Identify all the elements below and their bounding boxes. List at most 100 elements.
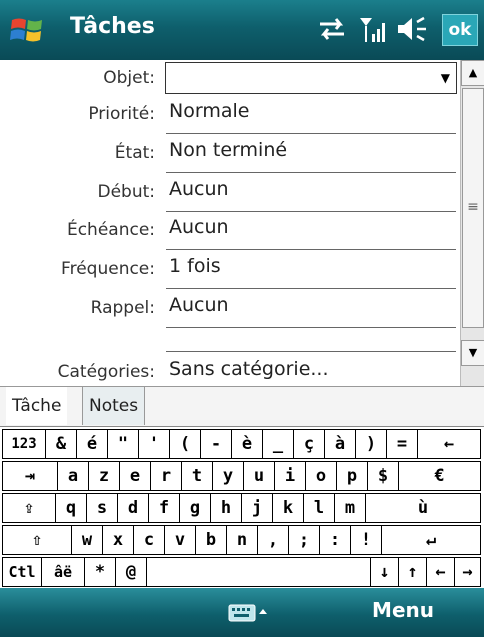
field-label: Priorité:	[88, 104, 155, 124]
arrow-up-key[interactable]: ↑	[398, 557, 427, 587]
field-label: Rappel:	[90, 298, 155, 318]
arrow-down-key[interactable]: ↓	[370, 557, 399, 587]
key[interactable]: g	[179, 493, 211, 523]
field-label: Fréquence:	[61, 259, 155, 279]
scroll-down-arrow-icon[interactable]: ▼	[461, 340, 484, 366]
blank-row	[0, 322, 460, 352]
start-windows-icon[interactable]	[8, 12, 48, 48]
scroll-up-arrow-icon[interactable]: ▲	[461, 60, 484, 86]
key[interactable]: :	[319, 525, 351, 555]
field-debut[interactable]: Début: Aucun	[0, 176, 460, 212]
key[interactable]: "	[107, 429, 139, 459]
key[interactable]: _	[262, 429, 294, 459]
key[interactable]: v	[164, 525, 196, 555]
field-underline	[166, 288, 456, 289]
key[interactable]: ç	[293, 429, 325, 459]
field-value[interactable]: 1 fois	[169, 255, 221, 277]
key[interactable]: a	[57, 461, 89, 491]
keyboard-icon[interactable]	[228, 602, 268, 624]
key[interactable]: l	[303, 493, 335, 523]
key[interactable]: '	[138, 429, 170, 459]
field-value[interactable]: Sans catégorie...	[169, 358, 329, 380]
spacebar-key[interactable]	[146, 557, 371, 587]
key[interactable]: i	[274, 461, 306, 491]
subject-combobox[interactable]: ▼	[165, 62, 457, 94]
tab-key[interactable]: ⇥	[2, 461, 58, 491]
menu-button[interactable]: Menu	[372, 598, 434, 622]
field-underline	[166, 172, 456, 173]
key[interactable]: €	[398, 461, 481, 491]
key[interactable]: @	[115, 557, 147, 587]
key[interactable]: x	[102, 525, 134, 555]
field-etat[interactable]: État: Non terminé	[0, 137, 460, 173]
caps-lock-key[interactable]: ⇪	[2, 493, 56, 523]
key[interactable]: q	[55, 493, 87, 523]
key[interactable]: &	[45, 429, 77, 459]
key[interactable]: b	[195, 525, 227, 555]
keyboard-row-2: ⇥ a z e r t y u i o p $ €	[0, 461, 484, 493]
key[interactable]: s	[86, 493, 118, 523]
field-priorite[interactable]: Priorité: Normale	[0, 98, 460, 134]
field-value[interactable]: Aucun	[169, 178, 229, 200]
key[interactable]: =	[386, 429, 418, 459]
tab-tache[interactable]: Tâche	[6, 387, 68, 425]
key[interactable]: k	[272, 493, 304, 523]
accents-key[interactable]: âë	[41, 557, 85, 587]
key[interactable]: c	[133, 525, 165, 555]
key[interactable]: è	[231, 429, 263, 459]
ctrl-key[interactable]: Ctl	[2, 557, 42, 587]
field-objet: Objet: ▼	[0, 62, 460, 98]
key[interactable]: ,	[257, 525, 289, 555]
key[interactable]: -	[200, 429, 232, 459]
field-value[interactable]: Non terminé	[169, 139, 287, 161]
scroll-thumb[interactable]: ≡	[462, 88, 484, 328]
ok-button[interactable]: ok	[442, 14, 478, 46]
key[interactable]: m	[334, 493, 366, 523]
key[interactable]: !	[350, 525, 382, 555]
arrow-right-key[interactable]: →	[454, 557, 481, 587]
key[interactable]: )	[355, 429, 387, 459]
backspace-key[interactable]: ←	[417, 429, 481, 459]
key[interactable]: j	[241, 493, 273, 523]
signal-icon[interactable]	[358, 14, 388, 44]
key[interactable]: f	[148, 493, 180, 523]
field-label: Début:	[97, 182, 155, 202]
key[interactable]: $	[367, 461, 399, 491]
key[interactable]: z	[88, 461, 120, 491]
key[interactable]: e	[119, 461, 151, 491]
field-echeance[interactable]: Échéance: Aucun	[0, 214, 460, 250]
keyboard-row-4: ⇧ w x c v b n , ; : ! ↵	[0, 525, 484, 557]
key[interactable]: r	[150, 461, 182, 491]
chevron-down-icon[interactable]: ▼	[441, 71, 450, 85]
vertical-scrollbar[interactable]: ▲ ≡ ▼	[460, 60, 484, 388]
key[interactable]: *	[84, 557, 116, 587]
key[interactable]: u	[243, 461, 275, 491]
key[interactable]: p	[336, 461, 368, 491]
keyboard-row-3: ⇪ q s d f g h j k l m ù	[0, 493, 484, 525]
key[interactable]: ù	[365, 493, 481, 523]
key[interactable]: (	[169, 429, 201, 459]
sync-icon[interactable]	[316, 14, 348, 44]
shift-key[interactable]: ⇧	[2, 525, 72, 555]
key[interactable]: o	[305, 461, 337, 491]
keyboard-row-1: 123 & é " ' ( - è _ ç à ) = ←	[0, 429, 484, 461]
volume-icon[interactable]	[396, 14, 430, 44]
key[interactable]: d	[117, 493, 149, 523]
key[interactable]: w	[71, 525, 103, 555]
key[interactable]: à	[324, 429, 356, 459]
field-value[interactable]: Aucun	[169, 294, 229, 316]
field-underline	[166, 211, 456, 212]
key-123[interactable]: 123	[2, 429, 46, 459]
key[interactable]: é	[76, 429, 108, 459]
field-frequence[interactable]: Fréquence: 1 fois	[0, 253, 460, 289]
field-value[interactable]: Aucun	[169, 216, 229, 238]
key[interactable]: ;	[288, 525, 320, 555]
key[interactable]: h	[210, 493, 242, 523]
key[interactable]: n	[226, 525, 258, 555]
field-value[interactable]: Normale	[169, 100, 249, 122]
key[interactable]: t	[181, 461, 213, 491]
key[interactable]: y	[212, 461, 244, 491]
enter-key[interactable]: ↵	[381, 525, 481, 555]
tab-notes[interactable]: Notes	[82, 387, 146, 425]
arrow-left-key[interactable]: ←	[426, 557, 455, 587]
